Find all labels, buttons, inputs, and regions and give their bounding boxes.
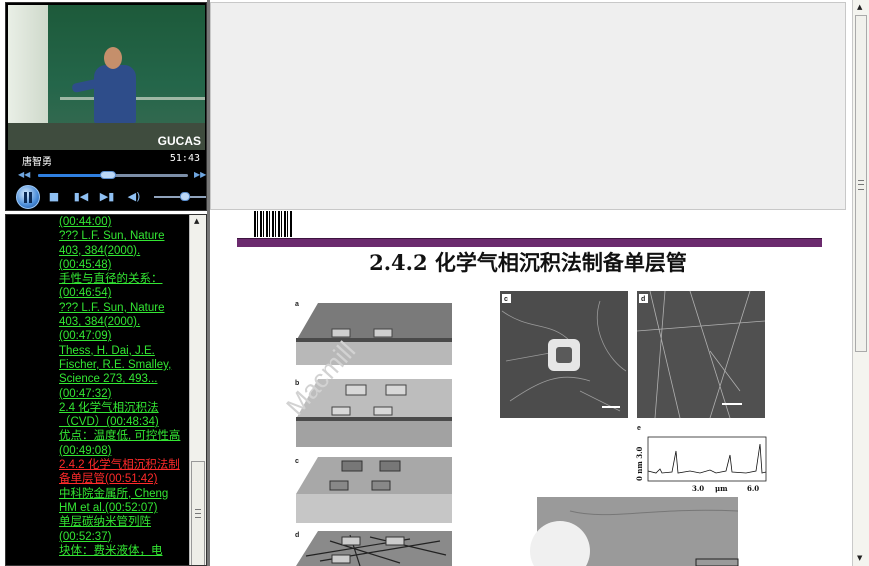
resist-window (331, 406, 351, 416)
toc-item[interactable]: 单层碳纳米管列阵(00:52:37) (59, 515, 185, 544)
grip-icon (858, 180, 864, 190)
next-icon: ▶▮ (99, 190, 115, 203)
volume-thumb[interactable] (180, 192, 190, 201)
pause-button[interactable] (16, 185, 40, 209)
panel-label: c (504, 296, 508, 303)
plot-x-tick: 3.0 (692, 484, 704, 493)
previous-icon: ▮◀ (73, 190, 89, 203)
slide-view: 2.4.2 化学气相沉积法制备单层管 a b c d c d e 0 nm 3.… (210, 211, 846, 566)
panel-label: d (295, 532, 299, 539)
catalyst-pad-core (556, 347, 572, 363)
catalyst-island (371, 480, 391, 491)
catalyst-island (385, 536, 405, 546)
catalyst-pad (373, 328, 393, 338)
substrate-side (296, 494, 452, 523)
speaker-name: 唐智勇 (22, 157, 52, 168)
scroll-up-icon[interactable]: ▲ (194, 217, 199, 225)
plot-x-unit: μm (715, 484, 728, 493)
panel-label: d (641, 296, 645, 303)
catalyst-island (331, 554, 351, 564)
substrate-top (296, 531, 452, 566)
toc-item[interactable]: ??? L.F. Sun, Nature 403, 384(2000).(00:… (59, 229, 185, 272)
catalyst-pad (331, 328, 351, 338)
page-scroll-thumb[interactable] (855, 15, 867, 352)
wafer-layer (296, 338, 452, 342)
seek-thumb[interactable] (100, 171, 116, 179)
toc-item[interactable]: ??? L.F. Sun, Nature 403, 384(2000).(00:… (59, 301, 185, 344)
catalyst-island (341, 536, 361, 546)
resist-side (296, 419, 452, 447)
video-frame[interactable]: GUCAS (8, 5, 205, 150)
toc-item[interactable]: 中科院金属所, Cheng HM et al.(00:52:07) (59, 487, 185, 516)
toc-scrollbar[interactable]: ▲ (189, 215, 206, 565)
previous-button[interactable]: ▮◀ (73, 189, 89, 205)
resist-window (345, 384, 367, 396)
profile-plot-frame (647, 436, 767, 482)
lecturer-body (94, 65, 136, 123)
pause-icon-bar (29, 192, 32, 203)
catalyst-island (341, 460, 363, 472)
plot-y-label: 0 nm 3.0 (635, 446, 644, 481)
toc-item[interactable]: 块体：费米液体，电 (59, 544, 185, 558)
scroll-up-icon[interactable]: ▲ (857, 3, 862, 11)
panel-label: a (295, 301, 299, 308)
toc-item[interactable]: (00:44:00) (59, 215, 185, 229)
toc-panel: (00:44:00) ??? L.F. Sun, Nature 403, 384… (5, 214, 207, 566)
speaker-icon: ◀) (127, 190, 141, 203)
pause-icon-bar (24, 192, 27, 203)
toc-item[interactable]: Thess, H. Dai, J.E. Fischer, R.E. Smalle… (59, 344, 185, 401)
video-player: GUCAS 唐智勇 51:43 ◀◀ ▶▶ ■ ▮◀ ▶▮ ◀) (5, 2, 207, 211)
toc-scroll-thumb[interactable] (191, 461, 205, 565)
toc-list: (00:44:00) ??? L.F. Sun, Nature 403, 384… (59, 215, 185, 558)
volume-button[interactable]: ◀) (126, 189, 142, 205)
toc-item[interactable]: 2.4 化学气相沉积法（CVD）(00:48:34) (59, 401, 185, 430)
catalyst-island (329, 480, 349, 491)
toc-item[interactable]: 优点：温度低, 可控性高(00:49:08) (59, 429, 185, 458)
panel-label: e (637, 425, 641, 432)
scroll-down-icon[interactable]: ▼ (857, 554, 862, 562)
grip-icon (195, 509, 201, 518)
fast-forward-icon[interactable]: ▶▶ (194, 170, 206, 179)
stop-icon: ■ (48, 190, 60, 203)
catalyst-island (379, 460, 401, 472)
resist-window (385, 384, 407, 396)
stop-button[interactable]: ■ (46, 189, 62, 205)
wafer-layer (296, 417, 452, 421)
next-button[interactable]: ▶▮ (99, 189, 115, 205)
time-display: 51:43 (169, 153, 200, 164)
toc-item-current[interactable]: 2.4.2 化学气相沉积法制备单层管(00:51:42) (59, 458, 185, 487)
plot-x-tick: 6.0 (747, 484, 759, 493)
panel-label: c (295, 458, 299, 465)
toc-item[interactable]: 手性与直径的关系：(00:46:54) (59, 272, 185, 301)
rewind-icon[interactable]: ◀◀ (18, 170, 30, 179)
page-scrollbar[interactable]: ▲ ▼ (852, 0, 869, 566)
channel-watermark: GUCAS (157, 134, 201, 148)
resist-window (373, 406, 393, 416)
content-top-pane (210, 2, 846, 210)
lecturer-head (104, 47, 122, 69)
